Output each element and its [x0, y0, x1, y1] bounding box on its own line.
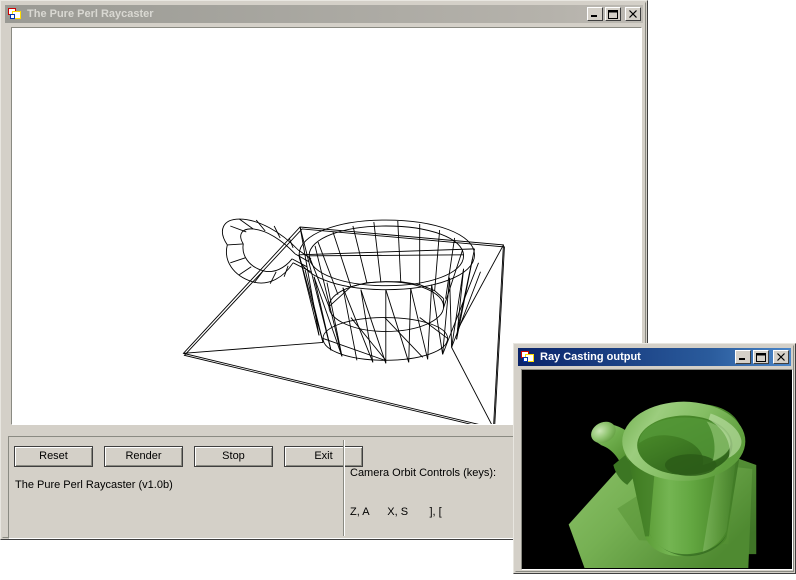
output-window: Ray Casting output — [513, 343, 796, 574]
main-window-title: The Pure Perl Raycaster — [27, 8, 154, 20]
maximize-button[interactable] — [605, 7, 621, 21]
action-button-row: Reset Render Stop Exit — [14, 446, 363, 467]
status-label: The Pure Perl Raycaster (v1.0b) — [15, 479, 173, 491]
maximize-button[interactable] — [753, 350, 769, 364]
minimize-button[interactable] — [735, 350, 751, 364]
render-button[interactable]: Render — [104, 446, 183, 467]
output-window-titlebar[interactable]: Ray Casting output — [518, 348, 791, 366]
reset-button[interactable]: Reset — [14, 446, 93, 467]
main-window-controls — [587, 7, 641, 21]
main-window-titlebar[interactable]: The Pure Perl Raycaster — [5, 5, 643, 23]
camera-controls-help: Camera Orbit Controls (keys): Z, A X, S … — [350, 441, 496, 545]
stop-button[interactable]: Stop — [194, 446, 273, 467]
close-button[interactable] — [773, 350, 789, 364]
output-window-inner: Ray Casting output — [515, 345, 794, 572]
perl-tk-app-icon — [7, 6, 23, 22]
camera-controls-heading: Camera Orbit Controls (keys): — [350, 467, 497, 479]
output-window-controls — [735, 350, 789, 364]
camera-controls-keys: Z, A X, S ], [ — [350, 506, 442, 518]
perl-tk-app-icon — [520, 349, 536, 365]
raycast-output-canvas[interactable] — [521, 369, 793, 570]
raycast-render — [522, 370, 792, 569]
output-window-title: Ray Casting output — [540, 351, 641, 363]
close-button[interactable] — [625, 7, 641, 21]
screen: The Pure Perl Raycaster Reset Render Sto… — [0, 0, 796, 580]
panel-divider — [343, 440, 345, 536]
minimize-button[interactable] — [587, 7, 603, 21]
